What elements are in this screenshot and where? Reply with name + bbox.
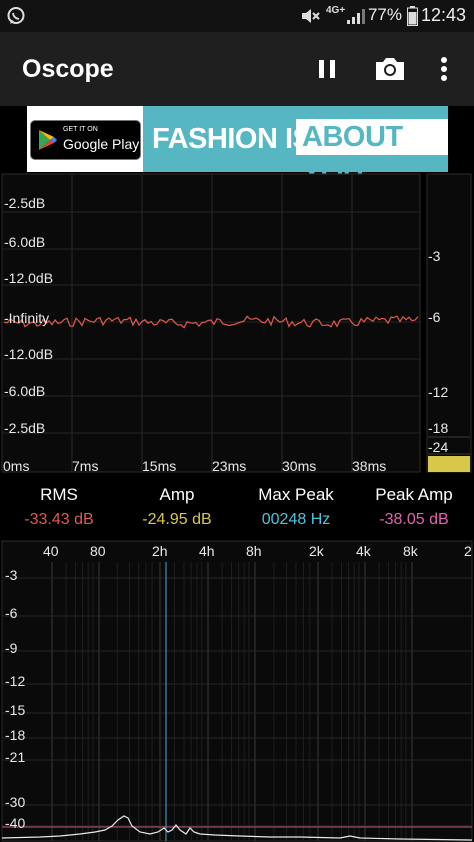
- spec-db-label: -15: [5, 702, 26, 718]
- more-vert-icon: [441, 57, 447, 81]
- time-label: 23ms: [212, 458, 247, 474]
- snapshot-button[interactable]: [372, 52, 408, 86]
- spec-db-label: -30: [5, 794, 26, 810]
- freq-label: 8h: [246, 543, 262, 559]
- store-small-text: GET IT ON: [63, 126, 98, 133]
- freq-label: 2: [464, 543, 472, 559]
- battery-percent: 77%: [367, 5, 402, 24]
- time-label: 15ms: [142, 458, 177, 474]
- spec-db-label: -18: [5, 727, 26, 743]
- db-label: -2.5dB: [4, 420, 46, 436]
- overflow-menu-button[interactable]: [432, 52, 456, 86]
- app-title: Oscope: [22, 55, 114, 83]
- amp-label: Amp: [159, 485, 195, 504]
- network-type: 4G+: [326, 5, 346, 16]
- spec-db-label: -12: [5, 673, 26, 689]
- pause-icon: [319, 60, 335, 78]
- meter-label: -24: [428, 439, 449, 455]
- db-label: -12.0dB: [4, 270, 54, 286]
- ad-headline: FASHION IS: [152, 123, 312, 155]
- ad-image[interactable]: FASHION IS ABOUT YOU: [143, 106, 448, 189]
- db-label: -6.0dB: [4, 383, 46, 399]
- db-label: -6.0dB: [4, 234, 46, 250]
- freq-label: 40: [43, 543, 59, 559]
- app-bar: Oscope: [0, 32, 474, 106]
- pause-button[interactable]: [310, 52, 344, 86]
- signal-icon: [347, 9, 365, 24]
- db-label: -12.0dB: [4, 346, 54, 362]
- spec-db-label: -21: [5, 749, 26, 765]
- freq-label: 4h: [199, 543, 215, 559]
- camera-icon: [376, 58, 404, 80]
- mute-icon: [302, 9, 320, 23]
- clock: 12:43: [420, 5, 466, 25]
- stats-row: RMS -33.43 dB Amp -24.95 dB Max Peak 002…: [0, 476, 474, 538]
- peak-amp-value: -38.05 dB: [379, 511, 449, 528]
- google-play-badge[interactable]: GET IT ON Google Play: [30, 120, 141, 160]
- time-label: 38ms: [352, 458, 387, 474]
- rms-label: RMS: [40, 485, 78, 504]
- spec-db-label: -40: [5, 815, 26, 831]
- peak-amp-label: Peak Amp: [375, 485, 453, 504]
- spectrum-labels: 40 80 2h 4h 8h 2k 4k 8k 2 -3 -6 -9 -12 -…: [0, 540, 474, 842]
- waveform-labels: -2.5dB -6.0dB -12.0dB -Infinity -12.0dB …: [0, 172, 474, 476]
- store-name: Google Play: [63, 136, 140, 152]
- meter-label: -3: [428, 248, 441, 264]
- db-label: -2.5dB: [4, 195, 46, 211]
- spec-db-label: -3: [5, 567, 18, 583]
- db-label: -Infinity: [4, 310, 50, 326]
- freq-label: 4k: [356, 543, 371, 559]
- freq-label: 8k: [403, 543, 418, 559]
- google-play-icon: [39, 130, 57, 150]
- freq-label: 2h: [152, 543, 168, 559]
- meter-label: -18: [428, 420, 449, 436]
- max-peak-value: 00248 Hz: [261, 511, 331, 528]
- amp-value: -24.95 dB: [142, 511, 212, 528]
- meter-label: -12: [428, 384, 449, 400]
- meter-label: -6: [428, 309, 441, 325]
- spec-db-label: -6: [5, 605, 18, 621]
- time-label: 7ms: [72, 458, 99, 474]
- spec-db-label: -9: [5, 640, 18, 656]
- ad-brand: ABOUT YOU: [296, 119, 448, 189]
- time-label: 0ms: [3, 458, 30, 474]
- freq-label: 80: [90, 543, 106, 559]
- time-label: 30ms: [282, 458, 317, 474]
- battery-icon: [407, 6, 418, 26]
- rms-value: -33.43 dB: [24, 511, 94, 528]
- status-bar: 4G+ 77% 12:43: [0, 0, 474, 32]
- freq-label: 2k: [309, 543, 324, 559]
- whatsapp-icon: [7, 7, 25, 24]
- max-peak-label: Max Peak: [258, 485, 334, 504]
- ad-banner[interactable]: GET IT ON Google Play FASHION IS ABOUT Y…: [27, 106, 448, 189]
